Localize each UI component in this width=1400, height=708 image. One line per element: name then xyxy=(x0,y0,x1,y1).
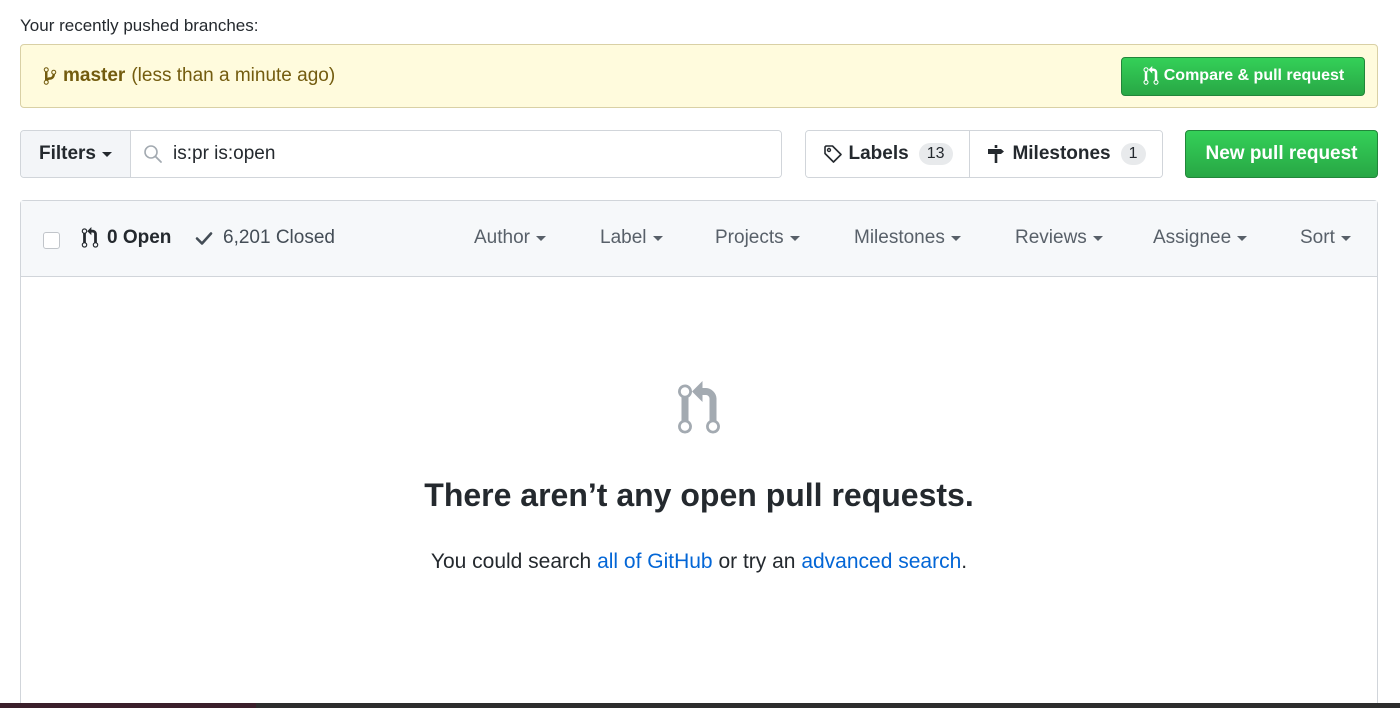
chevron-down-icon xyxy=(1340,235,1351,241)
assignee-filter-label: Assignee xyxy=(1153,227,1232,248)
empty-state-text: You could search all of GitHub or try an… xyxy=(21,550,1377,574)
filters-search-group: Filters xyxy=(20,130,782,178)
search-input[interactable] xyxy=(173,143,733,165)
open-filter-link[interactable]: 0 Open xyxy=(81,227,171,249)
labels-label: Labels xyxy=(848,143,909,164)
taskbar-segment xyxy=(0,703,256,708)
git-branch-icon xyxy=(43,67,57,85)
chevron-down-icon xyxy=(1092,235,1103,241)
label-filter-menu[interactable]: Label xyxy=(600,227,663,249)
pulls-toolbar: Filters Labels 13 Mileston xyxy=(20,130,1378,178)
filters-label: Filters xyxy=(38,143,97,164)
search-wrapper xyxy=(131,131,781,177)
new-pull-request-button[interactable]: New pull request xyxy=(1185,130,1378,178)
recent-push-banner: master (less than a minute ago) Compare … xyxy=(20,44,1378,108)
closed-count-label: 6,201 Closed xyxy=(223,227,335,248)
chevron-down-icon xyxy=(950,235,961,241)
open-count-label: 0 Open xyxy=(107,227,172,248)
empty-text-suffix: . xyxy=(961,550,968,573)
reviews-filter-label: Reviews xyxy=(1015,227,1087,248)
pull-requests-list: 0 Open 6,201 Closed Author Label Project… xyxy=(20,200,1378,708)
milestones-filter-label: Milestones xyxy=(854,227,945,248)
chevron-down-icon xyxy=(535,235,546,241)
search-icon xyxy=(144,145,162,163)
chevron-down-icon xyxy=(1237,235,1248,241)
filters-dropdown-button[interactable]: Filters xyxy=(21,131,131,177)
git-pull-request-icon xyxy=(1143,66,1159,85)
check-icon xyxy=(195,232,213,245)
recently-pushed-label: Your recently pushed branches: xyxy=(20,16,259,35)
milestones-button[interactable]: Milestones 1 xyxy=(970,131,1162,177)
chevron-down-icon xyxy=(652,235,663,241)
reviews-filter-menu[interactable]: Reviews xyxy=(1015,227,1103,249)
git-pull-request-icon xyxy=(678,381,720,434)
branch-name[interactable]: master xyxy=(63,65,125,87)
label-filter-label: Label xyxy=(600,227,647,248)
list-header: 0 Open 6,201 Closed Author Label Project… xyxy=(21,201,1377,277)
assignee-filter-menu[interactable]: Assignee xyxy=(1153,227,1248,249)
push-time: (less than a minute ago) xyxy=(131,65,336,86)
compare-pull-request-button[interactable]: Compare & pull request xyxy=(1121,56,1365,96)
taskbar-strip xyxy=(0,703,1400,708)
tag-icon xyxy=(823,145,842,163)
milestones-count: 1 xyxy=(1120,143,1146,165)
projects-filter-label: Projects xyxy=(715,227,784,248)
labels-button[interactable]: Labels 13 xyxy=(806,131,970,177)
empty-state-title: There aren’t any open pull requests. xyxy=(424,477,974,513)
all-of-github-link[interactable]: all of GitHub xyxy=(597,550,713,573)
compare-pull-request-label: Compare & pull request xyxy=(1163,67,1345,84)
chevron-down-icon xyxy=(102,151,113,157)
author-filter-label: Author xyxy=(474,227,530,248)
sort-filter-label: Sort xyxy=(1300,227,1335,248)
empty-text-prefix: You could search xyxy=(430,550,598,573)
author-filter-menu[interactable]: Author xyxy=(474,227,546,249)
milestones-label: Milestones xyxy=(1012,143,1111,164)
sort-filter-menu[interactable]: Sort xyxy=(1300,227,1351,249)
labels-milestones-group: Labels 13 Milestones 1 xyxy=(805,130,1163,178)
advanced-search-link[interactable]: advanced search xyxy=(801,550,961,573)
closed-filter-link[interactable]: 6,201 Closed xyxy=(195,227,335,249)
milestones-filter-menu[interactable]: Milestones xyxy=(854,227,961,249)
chevron-down-icon xyxy=(789,235,800,241)
labels-count: 13 xyxy=(918,143,953,165)
projects-filter-menu[interactable]: Projects xyxy=(715,227,800,249)
select-all-checkbox[interactable] xyxy=(43,232,60,249)
milestone-icon xyxy=(988,145,1005,163)
git-pull-request-icon xyxy=(81,227,99,248)
empty-state: There aren’t any open pull requests. You… xyxy=(21,381,1377,574)
empty-text-mid: or try an xyxy=(712,550,802,573)
